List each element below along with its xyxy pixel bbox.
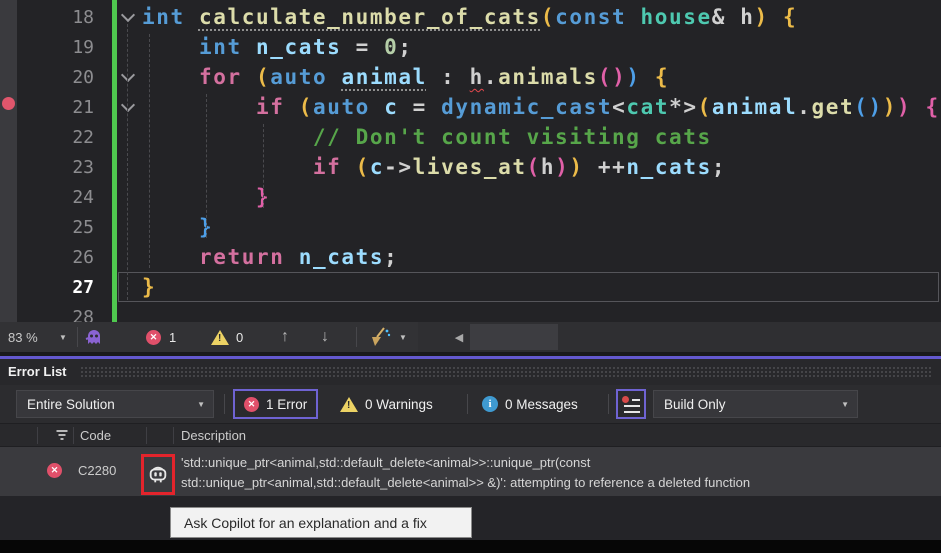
copilot-icon[interactable] (147, 464, 169, 486)
line-number: 18 (0, 7, 112, 28)
divider (77, 327, 78, 347)
document-error-count: 1 (169, 322, 176, 352)
code-text: } (142, 215, 213, 239)
divider (608, 394, 609, 414)
warning-icon: ! (211, 330, 229, 345)
scroll-left-icon[interactable]: ◀ (447, 322, 471, 352)
divider (224, 394, 225, 414)
broom-icon (369, 326, 393, 348)
code-line[interactable]: 28 (0, 302, 941, 322)
warnings-filter-button[interactable]: ! 0 Warnings (340, 389, 433, 419)
zoom-control[interactable]: 83 % (8, 322, 38, 352)
document-warning-count: 0 (236, 322, 243, 352)
outline-guide (127, 24, 128, 300)
code-lines: 18 int calculate_number_of_cats(const hou… (0, 2, 941, 322)
error-list-toolbar: Entire Solution ▼ ✕ 1 Error ! 0 Warnings… (0, 385, 941, 423)
breakpoint-icon[interactable] (2, 97, 15, 110)
cleanup-dropdown-caret-icon[interactable]: ▼ (399, 322, 407, 352)
indent-guide (149, 34, 150, 268)
divider (356, 327, 357, 347)
warning-icon: ! (340, 397, 358, 412)
code-text: return n_cats; (142, 245, 398, 269)
document-errors-button[interactable]: ✕ (146, 322, 161, 352)
indent-guide (206, 94, 207, 238)
build-filter-dropdown[interactable]: Build Only ▼ (653, 390, 858, 418)
line-number: 23 (0, 157, 112, 178)
error-icon: ✕ (146, 330, 161, 345)
code-cleanup-button[interactable] (369, 322, 393, 352)
column-header-code[interactable]: Code (80, 428, 111, 443)
arrow-up-icon: ↑ (281, 328, 289, 346)
code-editor[interactable]: 18 int calculate_number_of_cats(const hou… (0, 0, 941, 322)
error-list-title-bar[interactable]: Error List (0, 359, 941, 385)
code-text: // Don't count visiting cats (142, 125, 712, 149)
code-line[interactable]: 21 if (auto c = dynamic_cast<cat*>(anima… (0, 92, 941, 122)
arrow-down-icon: ↓ (321, 328, 329, 346)
line-number: 28 (0, 307, 112, 323)
next-issue-button[interactable]: ↓ (321, 322, 329, 352)
error-icon: ✕ (244, 397, 259, 412)
chevron-down-icon: ▼ (197, 400, 205, 409)
zoom-level: 83 % (8, 330, 38, 345)
change-tracking-bar (112, 0, 117, 322)
copilot-tooltip: Ask Copilot for an explanation and a fix (170, 507, 472, 538)
ghost-glyph (84, 327, 104, 347)
annotation-highlight (141, 454, 175, 495)
info-icon: i (482, 396, 498, 412)
error-row[interactable]: ✕ C2280 'std::unique_ptr<animal,std::def… (0, 447, 941, 496)
column-header-description[interactable]: Description (181, 428, 246, 443)
collapse-chevron-icon[interactable] (121, 98, 135, 112)
code-line[interactable]: 26 return n_cats; (0, 242, 941, 272)
code-line[interactable]: 25 } (0, 212, 941, 242)
line-number: 20 (0, 67, 112, 88)
error-code: C2280 (78, 463, 116, 478)
zoom-dropdown-caret-icon[interactable]: ▼ (59, 322, 67, 352)
code-text: } (142, 275, 156, 299)
chevron-down-icon: ▼ (841, 400, 849, 409)
code-text: for (auto animal : h.animals()) { (142, 65, 669, 89)
copilot-status-icon[interactable] (84, 322, 104, 352)
collapse-chevron-icon[interactable] (121, 68, 135, 82)
line-number: 25 (0, 217, 112, 238)
collapse-chevron-icon[interactable] (121, 8, 135, 22)
drag-handle-dots (80, 366, 933, 379)
code-text: if (auto c = dynamic_cast<cat*>(animal.g… (142, 95, 940, 119)
filter-icon (622, 396, 629, 403)
messages-filter-button[interactable]: i 0 Messages (482, 389, 578, 419)
filter-issues-button[interactable] (616, 389, 646, 419)
bottom-strip (0, 540, 941, 553)
line-number: 27 (0, 277, 112, 298)
divider (467, 394, 468, 414)
code-line[interactable]: 19 int n_cats = 0; (0, 32, 941, 62)
scrollbar-thumb[interactable] (470, 324, 558, 350)
indent-guide (263, 124, 264, 208)
line-number: 22 (0, 127, 112, 148)
visual-studio-window: 18 int calculate_number_of_cats(const hou… (0, 0, 941, 553)
document-warnings-button[interactable]: ! (211, 322, 229, 352)
prev-issue-button[interactable]: ↑ (281, 322, 289, 352)
editor-status-bar: 83 % ▼ ✕ 1 ! 0 ↑ ↓ (0, 322, 941, 352)
error-table-header: Code Description (0, 423, 941, 447)
code-text: int calculate_number_of_cats(const house… (142, 5, 797, 29)
line-number: 26 (0, 247, 112, 268)
code-line[interactable]: 18 int calculate_number_of_cats(const hou… (0, 2, 941, 32)
code-text: if (c->lives_at(h)) ++n_cats; (142, 155, 726, 179)
panel-title: Error List (8, 364, 67, 379)
error-icon: ✕ (47, 463, 62, 478)
code-line[interactable]: 20 for (auto animal : h.animals()) { (0, 62, 941, 92)
scope-dropdown[interactable]: Entire Solution ▼ (16, 390, 214, 418)
errors-filter-button[interactable]: ✕ 1 Error (233, 389, 318, 419)
line-number: 19 (0, 37, 112, 58)
code-text: int n_cats = 0; (142, 35, 413, 59)
code-line[interactable]: 24 } (0, 182, 941, 212)
code-line[interactable]: 23 if (c->lives_at(h)) ++n_cats; (0, 152, 941, 182)
line-number: 21 (0, 97, 112, 118)
line-number: 24 (0, 187, 112, 208)
error-description: 'std::unique_ptr<animal,std::default_del… (181, 453, 750, 493)
code-line[interactable]: 22 // Don't count visiting cats (0, 122, 941, 152)
code-line[interactable]: 27} (0, 272, 941, 302)
severity-filter-icon[interactable] (56, 430, 68, 442)
horizontal-scrollbar[interactable]: ◀ (418, 322, 941, 352)
